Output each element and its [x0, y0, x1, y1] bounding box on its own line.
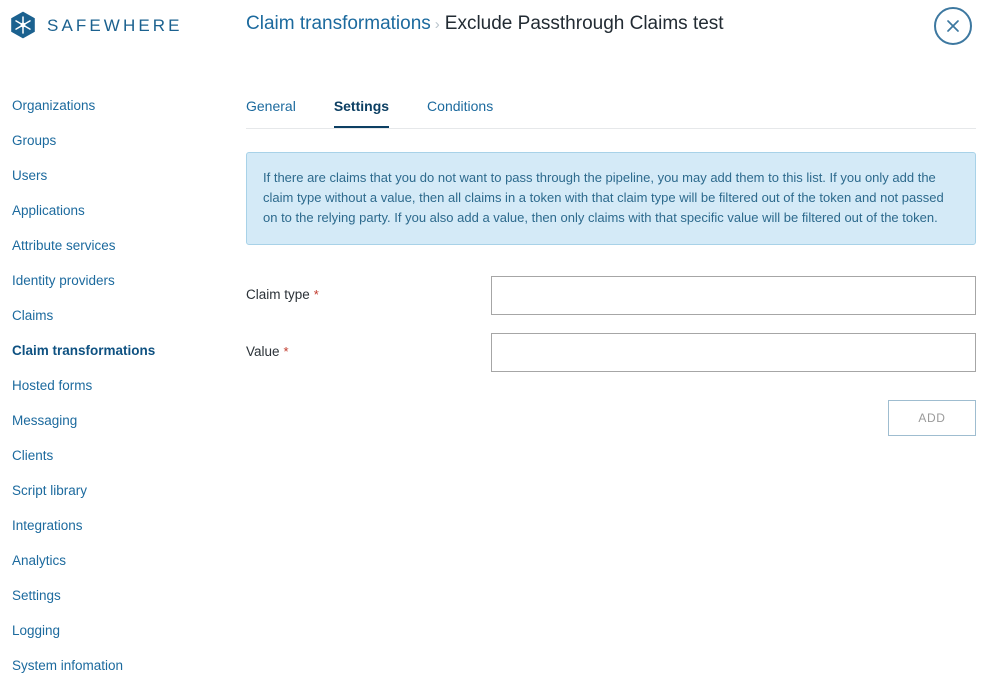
info-banner-text: If there are claims that you do not want…	[263, 170, 944, 225]
tab-general[interactable]: General	[246, 98, 296, 126]
sidebar-item-groups[interactable]: Groups	[0, 133, 230, 168]
sidebar-item-integrations[interactable]: Integrations	[0, 518, 230, 553]
sidebar-item-clients[interactable]: Clients	[0, 448, 230, 483]
sidebar-item-organizations[interactable]: Organizations	[0, 98, 230, 133]
sidebar-item-script-library[interactable]: Script library	[0, 483, 230, 518]
form-label-text: Claim type	[246, 287, 310, 302]
required-asterisk: *	[283, 344, 289, 359]
breadcrumb: Claim transformations › Exclude Passthroug…	[246, 12, 724, 37]
info-banner: If there are claims that you do not want…	[246, 152, 976, 245]
main-content: General Settings Conditions If there are c…	[246, 98, 976, 440]
form-label-text: Value	[246, 344, 280, 359]
sidebar-nav: Organizations Groups Users Applications Attr…	[0, 98, 230, 692]
form-actions: ADD	[246, 400, 976, 440]
sidebar-item-settings[interactable]: Settings	[0, 588, 230, 623]
form-row: Claim type *	[246, 276, 976, 333]
claim-form: Claim type * Value *	[246, 276, 976, 390]
snowflake-hexagon-icon	[10, 11, 36, 39]
value-input[interactable]	[491, 333, 976, 372]
tab-settings[interactable]: Settings	[333, 98, 390, 129]
sidebar-item-claims[interactable]: Claims	[0, 308, 230, 343]
sidebar-item-hosted-forms[interactable]: Hosted forms	[0, 378, 230, 413]
required-asterisk: *	[313, 287, 319, 302]
breadcrumb-current: Exclude Passthrough Claims test	[444, 13, 724, 34]
close-x-icon	[945, 18, 961, 34]
add-button[interactable]: ADD	[888, 400, 976, 436]
breadcrumb-parent-link[interactable]: Claim transformations	[246, 13, 431, 34]
sidebar-item-claim-transformations[interactable]: Claim transformations	[0, 343, 230, 378]
claim-type-input[interactable]	[491, 276, 976, 315]
form-label: Claim type *	[246, 287, 319, 302]
form-label: Value *	[246, 344, 289, 359]
chevron-right-icon: ›	[434, 16, 440, 33]
tab-divider	[246, 128, 976, 129]
sidebar-item-logging[interactable]: Logging	[0, 623, 230, 658]
sidebar-item-applications[interactable]: Applications	[0, 203, 230, 238]
brand-logo[interactable]: SAFEWHERE	[10, 10, 183, 40]
sidebar-item-system-infomation[interactable]: System infomation	[0, 658, 230, 692]
sidebar-item-identity-providers[interactable]: Identity providers	[0, 273, 230, 308]
sidebar-item-messaging[interactable]: Messaging	[0, 413, 230, 448]
sidebar-item-users[interactable]: Users	[0, 168, 230, 203]
sidebar-item-attribute-services[interactable]: Attribute services	[0, 238, 230, 273]
sidebar-item-analytics[interactable]: Analytics	[0, 553, 230, 588]
app-root: SAFEWHERE Claim transformations › Exclude …	[0, 0, 988, 692]
brand-name: SAFEWHERE	[47, 15, 183, 35]
tab-bar: General Settings Conditions	[246, 98, 976, 131]
form-row: Value *	[246, 333, 976, 390]
app-header: SAFEWHERE Claim transformations › Exclude …	[0, 0, 988, 64]
close-button[interactable]	[934, 7, 972, 45]
tab-conditions[interactable]: Conditions	[427, 98, 493, 126]
